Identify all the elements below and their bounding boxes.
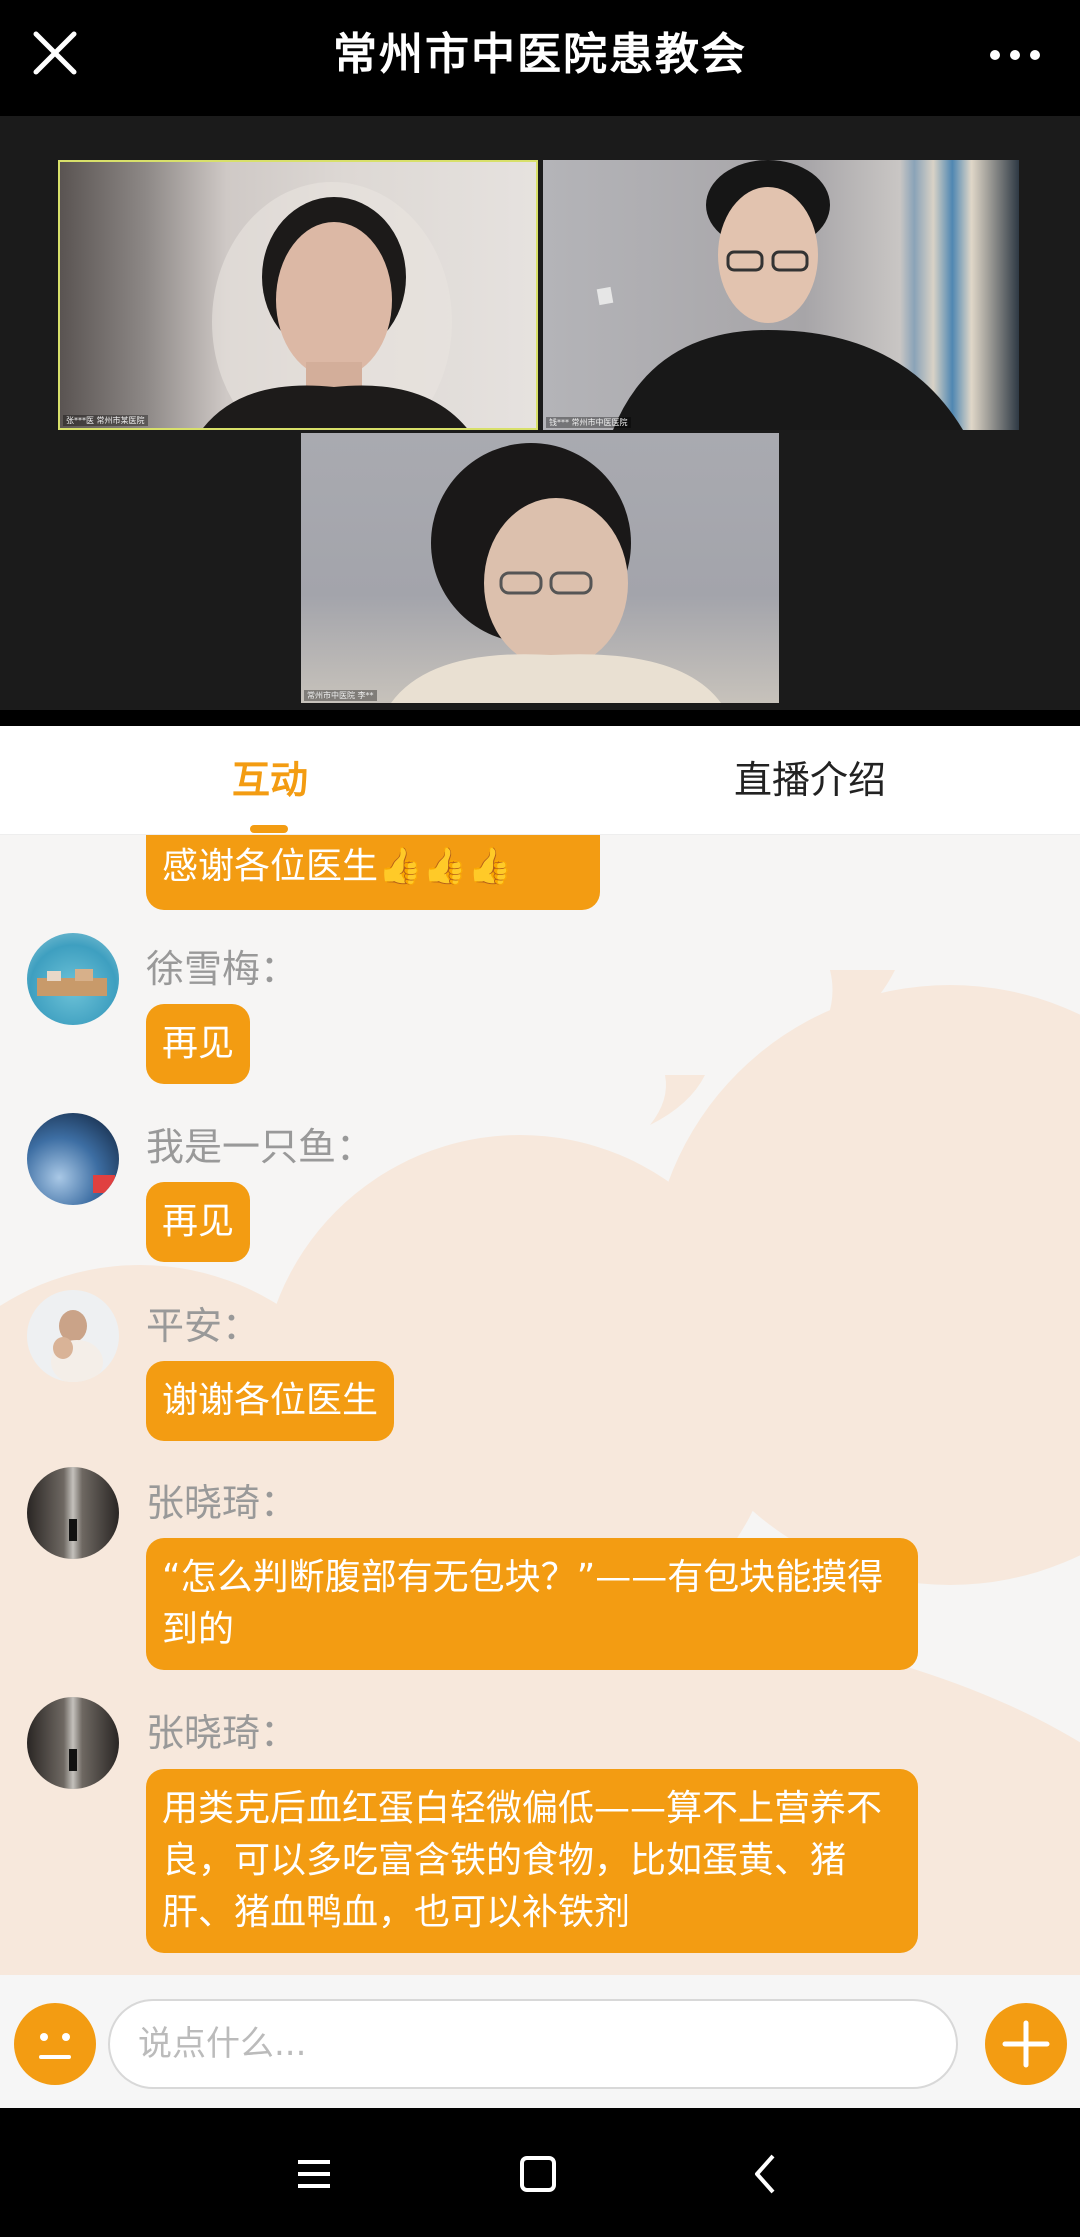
chat-bubble: 用类克后血红蛋白轻微偏低——算不上营养不良，可以多吃富含铁的食物，比如蛋黄、猪肝… [146,1769,918,1953]
message-text: 用类克后血红蛋白轻微偏低——算不上营养不良，可以多吃富含铁的食物，比如蛋黄、猪肝… [162,1788,883,1933]
more-dots-icon[interactable] [988,28,1052,78]
video-caption: 张***医 常州市某医院 [63,415,148,426]
home-icon[interactable] [508,2144,568,2204]
chat-username: 平安： [146,1304,261,1348]
chat-username: 徐雪梅： [146,947,299,991]
chat-bubble: 再见 [146,1182,251,1262]
avatar[interactable] [27,1290,119,1382]
message-composer [0,1975,1080,2108]
person-silhouette [391,443,721,703]
message-text: 再见 [162,1201,235,1242]
message-input[interactable] [108,1999,958,2089]
avatar[interactable] [27,1697,119,1789]
message-text: 谢谢各位医生 [162,1380,379,1421]
tab-live-intro[interactable]: 直播介绍 [540,726,1080,834]
video-tile-speaker-1[interactable]: 张***医 常州市某医院 [58,160,538,430]
video-bottom-bar [0,710,1080,726]
video-caption: 钱*** 常州市中医医院 [546,417,631,428]
message-text: “怎么判断腹部有无包块？”——有包块能摸得到的 [162,1557,884,1650]
chat-username: 张晓琦： [146,1711,299,1755]
tab-interaction[interactable]: 互动 [0,726,540,834]
back-icon[interactable] [735,2144,795,2204]
chat-username: 我是一只鱼： [146,1125,375,1169]
system-navigation-bar [0,2108,1080,2237]
chat-list[interactable]: 感谢各位医生👍👍👍 徐雪梅： 再见 我是一只鱼： 再见 平安： 谢谢各位医生 张… [0,835,1080,1975]
decorative-leaf [650,1075,705,1125]
tab-bar: 互动 直播介绍 [0,726,1080,835]
menu-icon[interactable] [284,2144,344,2204]
message-text: 感谢各位医生👍👍👍 [162,846,513,887]
avatar[interactable] [27,1113,119,1205]
video-caption: 常州市中医院 李** [304,690,377,701]
message-text: 再见 [162,1023,235,1064]
video-tile-speaker-3[interactable]: 常州市中医院 李** [301,433,779,703]
chat-bubble: “怎么判断腹部有无包块？”——有包块能摸得到的 [146,1538,918,1670]
avatar[interactable] [27,933,119,1025]
decorative-leaf [810,970,895,1050]
avatar[interactable] [27,1467,119,1559]
active-tab-indicator [250,825,288,833]
person-silhouette [596,160,963,430]
video-tile-speaker-2[interactable]: 钱*** 常州市中医医院 [543,160,1019,430]
chat-bubble: 再见 [146,1004,251,1084]
person-silhouette [203,182,467,428]
chat-bubble: 感谢各位医生👍👍👍 [146,835,600,910]
title-bar: 常州市中医院患教会 [0,0,1080,116]
plus-icon[interactable] [985,2003,1067,2085]
chat-bubble: 谢谢各位医生 [146,1361,395,1441]
emoji-icon[interactable] [14,2003,96,2085]
page-title: 常州市中医院患教会 [333,29,747,80]
chat-username: 张晓琦： [146,1481,299,1525]
